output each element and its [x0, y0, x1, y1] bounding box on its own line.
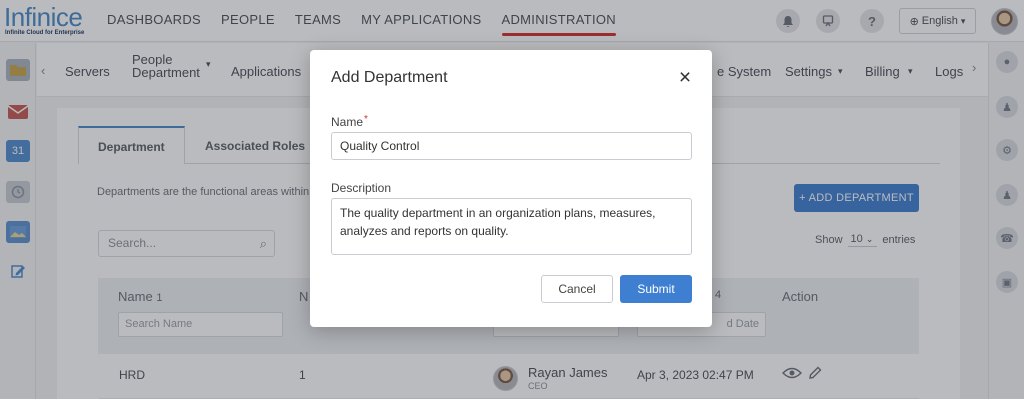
cancel-button[interactable]: Cancel	[541, 275, 613, 303]
name-field[interactable]	[331, 132, 692, 160]
description-field[interactable]: The quality department in an organizatio…	[331, 198, 692, 255]
add-department-modal: Add Department × Name* Description The q…	[310, 50, 712, 327]
close-icon[interactable]: ×	[674, 67, 696, 89]
name-label: Name*	[331, 114, 368, 129]
submit-button[interactable]: Submit	[620, 275, 692, 303]
description-label: Description	[331, 181, 392, 195]
modal-title: Add Department	[331, 69, 448, 86]
required-mark: *	[364, 114, 368, 125]
